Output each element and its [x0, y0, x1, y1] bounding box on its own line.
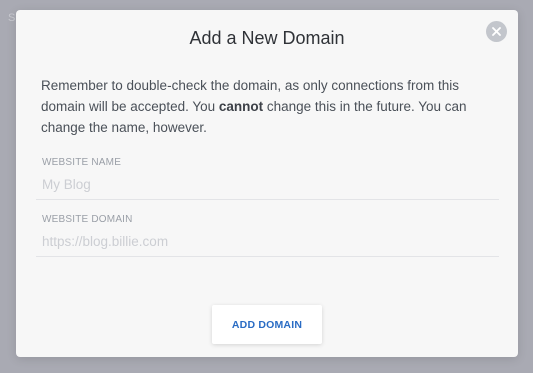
description-emphasis: cannot	[218, 99, 264, 114]
website-name-label: WEBSITE NAME	[42, 157, 122, 168]
add-domain-button[interactable]: ADD DOMAIN	[212, 305, 322, 344]
add-domain-modal: Add a New Domain Remember to double-chec…	[16, 10, 518, 357]
website-domain-label: WEBSITE DOMAIN	[42, 214, 133, 225]
website-name-input[interactable]	[42, 174, 482, 194]
website-name-field: WEBSITE NAME	[36, 155, 499, 200]
modal-description: Remember to double-check the domain, as …	[41, 75, 490, 138]
website-domain-input[interactable]	[42, 231, 482, 251]
backdrop-text: S	[8, 12, 16, 24]
modal-title: Add a New Domain	[189, 28, 345, 48]
website-domain-field: WEBSITE DOMAIN	[36, 212, 499, 257]
